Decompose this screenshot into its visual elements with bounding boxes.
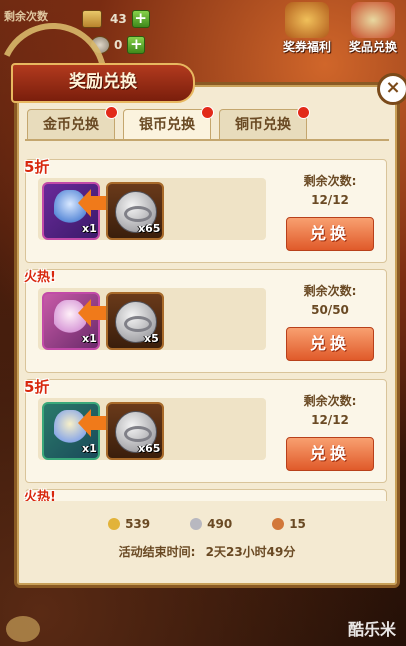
offer-status: 剩余次数: 50/50 兑换 (282, 282, 378, 361)
end-time-label: 活动结束时间: (118, 545, 196, 559)
scroll-decoration-icon (6, 616, 40, 642)
exchange-slot: x1 x5 (38, 288, 266, 350)
gold-count: 43 (110, 12, 127, 26)
hero-card-item[interactable]: x1 (42, 402, 100, 460)
tab-copper-exchange[interactable]: 铜币兑换 (219, 106, 310, 140)
prize-exchange-label: 奖品兑换 (348, 40, 397, 54)
tab-label: 金币兑换 (43, 117, 99, 133)
currency-balances: 539 490 15 (17, 517, 397, 531)
offer-list[interactable]: 5折 x1 x65 剩余次数: 12/12 兑换 火热! x1 x5 剩余次数:… (17, 151, 397, 501)
exchange-slot: x1 x65 (38, 398, 266, 460)
end-time-value: 2天23小时49分 (205, 545, 296, 559)
item-quantity: x1 (82, 332, 97, 345)
remaining-label: 剩余次数 (4, 10, 48, 23)
copper-balance: 15 (272, 517, 306, 531)
offer-card: 5折 x1 x65 剩余次数: 12/12 兑换 (24, 158, 387, 263)
notification-dot-icon (201, 106, 214, 119)
gold-coin-icon (108, 518, 121, 530)
copper-coin-icon (272, 518, 285, 530)
cost-quantity: x65 (138, 222, 161, 235)
cost-quantity: x65 (138, 442, 161, 455)
cost-quantity: x5 (144, 332, 159, 345)
event-end-time: 活动结束时间: 2天23小时49分 (17, 543, 397, 560)
reward-exchange-panel: 奖励兑换 × 金币兑换 银币兑换 铜币兑换 5折 x1 x65 剩余次数: 12… (0, 7, 406, 588)
prize-exchange-button[interactable]: 奖品兑换 (338, 2, 406, 60)
ticket-welfare-label: 奖券福利 (282, 40, 331, 54)
tab-divider (25, 139, 389, 141)
remaining-label: 剩余次数: (303, 284, 357, 298)
offer-status: 剩余次数: 12/12 兑换 (282, 172, 378, 251)
silver-count: 0 (114, 38, 123, 52)
offer-card: 火热! (24, 489, 387, 501)
silver-balance: 490 (190, 517, 232, 531)
exchange-button[interactable]: 兑换 (286, 217, 374, 251)
add-silver-button[interactable]: + (127, 36, 146, 54)
remaining-label: 剩余次数: (303, 174, 357, 188)
item-quantity: x1 (82, 442, 97, 455)
gold-balance: 539 (108, 517, 150, 531)
panel-title: 奖励兑换 (11, 63, 195, 103)
exchange-button[interactable]: 兑换 (286, 327, 374, 361)
close-button[interactable]: × (377, 73, 406, 105)
silver-coin-cost[interactable]: x5 (106, 292, 164, 350)
ticket-welfare-button[interactable]: 奖券福利 (272, 2, 342, 60)
offer-card: 火热! x1 x5 剩余次数: 50/50 兑换 (24, 269, 387, 373)
discount-tag: 5折 (24, 378, 50, 396)
tab-silver-exchange[interactable]: 银币兑换 (123, 106, 214, 140)
offer-status: 剩余次数: 12/12 兑换 (282, 392, 378, 471)
currency-tabs: 金币兑换 银币兑换 铜币兑换 (27, 106, 310, 140)
silver-coin-cost[interactable]: x65 (106, 182, 164, 240)
copper-balance-value: 15 (289, 517, 306, 531)
hot-tag: 火热! (24, 490, 56, 501)
remaining-count: 50/50 (311, 303, 349, 317)
ticket-icon (82, 10, 102, 28)
watermark: 酷乐米 (347, 620, 396, 639)
ticket-welfare-icon (285, 2, 329, 38)
tab-label: 银币兑换 (139, 117, 195, 133)
remaining-count: 12/12 (311, 193, 349, 207)
exchange-slot: x1 x65 (38, 178, 266, 240)
item-quantity: x1 (82, 222, 97, 235)
silver-balance-value: 490 (207, 517, 233, 531)
hero-card-item[interactable]: x1 (42, 182, 100, 240)
offer-card: 5折 x1 x65 剩余次数: 12/12 兑换 (24, 378, 387, 483)
hot-tag: 火热! (24, 270, 56, 285)
silver-coin-icon (190, 518, 203, 530)
prize-exchange-icon (351, 2, 395, 38)
gold-balance-value: 539 (125, 517, 151, 531)
hero-card-item[interactable]: x1 (42, 292, 100, 350)
gold-resource: 43 + (82, 10, 150, 28)
silver-coin-cost[interactable]: x65 (106, 402, 164, 460)
tab-label: 铜币兑换 (235, 117, 291, 133)
exchange-button[interactable]: 兑换 (286, 437, 374, 471)
panel-footer: 539 490 15 活动结束时间: 2天23小时49分 (17, 517, 397, 560)
notification-dot-icon (105, 106, 118, 119)
tab-gold-exchange[interactable]: 金币兑换 (27, 106, 118, 140)
notification-dot-icon (297, 106, 310, 119)
remaining-label: 剩余次数: (303, 394, 357, 408)
add-gold-button[interactable]: + (131, 10, 150, 28)
discount-tag: 5折 (24, 158, 50, 176)
remaining-count: 12/12 (311, 413, 349, 427)
